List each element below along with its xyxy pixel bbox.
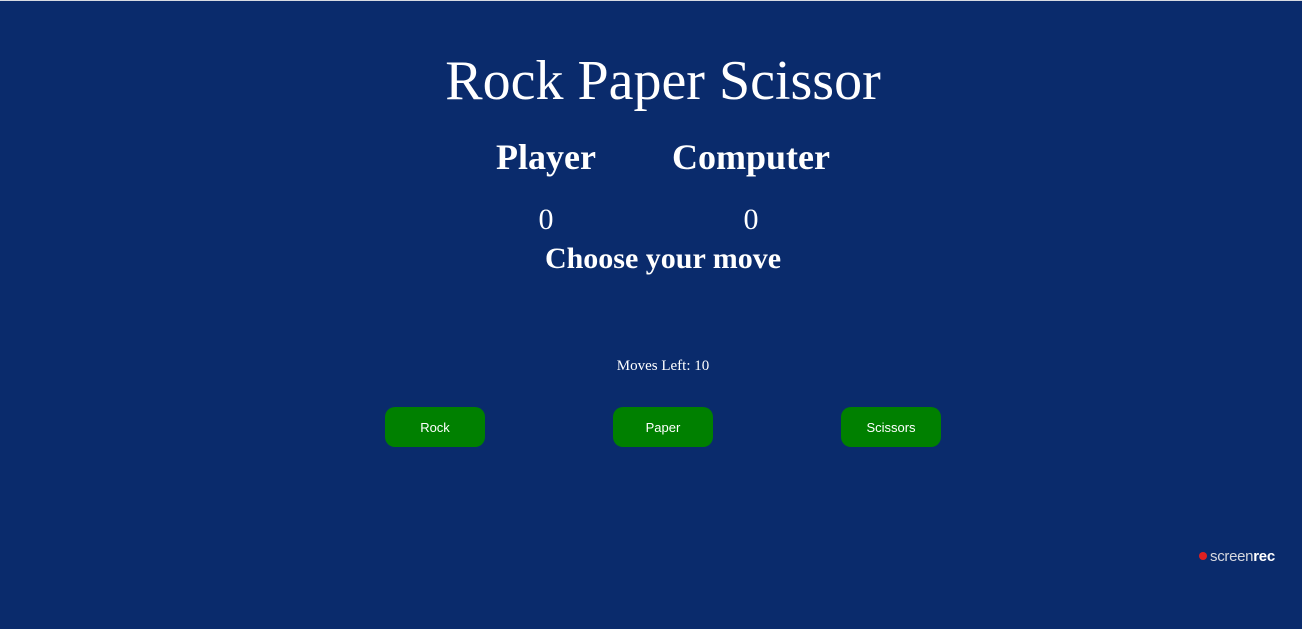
game-title: Rock Paper Scissor	[445, 50, 881, 112]
top-border	[0, 0, 1302, 1]
player-label: Player	[496, 137, 596, 177]
player-score: 0	[538, 203, 554, 236]
watermark-text-screen: screen	[1210, 547, 1254, 565]
move-prompt: Choose your move	[544, 242, 782, 275]
watermark-text-rec: rec	[1253, 547, 1275, 565]
computer-label: Computer	[672, 137, 830, 177]
rock-button[interactable]: Rock	[385, 407, 485, 447]
scissors-button[interactable]: Scissors	[841, 407, 941, 447]
computer-score: 0	[743, 203, 759, 236]
record-dot-icon	[1199, 552, 1207, 560]
paper-button[interactable]: Paper	[613, 407, 713, 447]
moves-left-counter: Moves Left: 10	[616, 358, 710, 374]
screenrec-watermark: screen rec	[1196, 546, 1296, 566]
